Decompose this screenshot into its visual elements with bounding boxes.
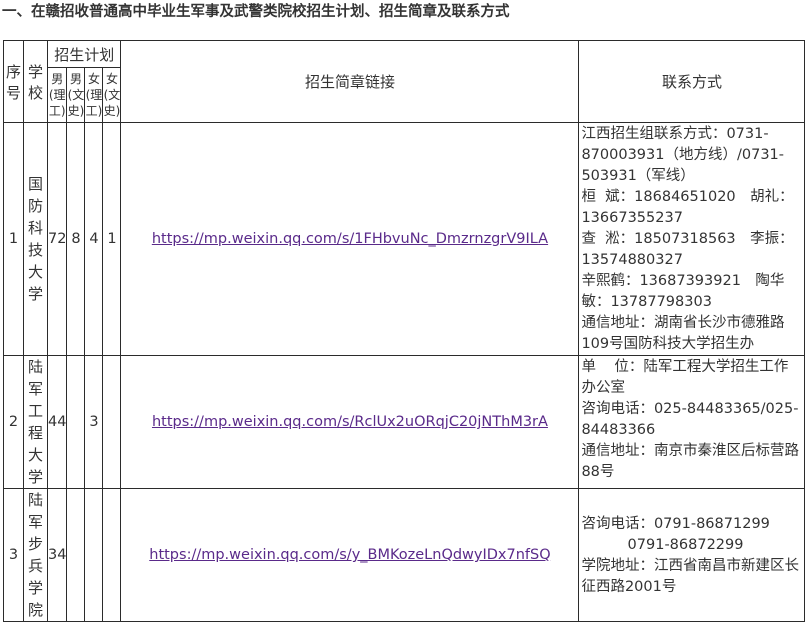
row-school: 陆军步兵学院 (23, 488, 48, 622)
female-sci-count: 4 (89, 231, 99, 247)
contact-line: 辛熙鹤：13687393921 陶华敏：13787798303 (581, 273, 785, 310)
contact-line: 通信地址：湖南省长沙市德雅路109号国防科技大学招生办 (581, 315, 785, 352)
row-male-sci: 44 (46, 355, 68, 489)
table-row: 1 国防科技大学 72 8 4 1 https://mp.weixin.qq.c… (3, 122, 806, 356)
female-sci-count: 3 (89, 414, 99, 430)
row-index-value: 3 (8, 547, 19, 563)
header-female-sci: 女(理工) (84, 67, 104, 123)
row-contact: 咨询电话：0791-86871299 0791-86872299 学院地址：江西… (578, 488, 806, 622)
row-female-sci (84, 488, 104, 622)
header-index: 序号 (3, 40, 24, 123)
row-link: https://mp.weixin.qq.com/s/RclUx2uORqjC2… (120, 355, 580, 489)
row-male-arts: 8 (66, 122, 86, 356)
table-row: 2 陆军工程大学 44 3 https://mp.weixin.qq.com/s… (3, 355, 806, 489)
header-row-top: 序号 学校 招生计划 招生简章链接 联系方式 (3, 40, 806, 123)
header-contact-label: 联系方式 (661, 73, 722, 91)
table-row: 3 陆军步兵学院 34 https://mp.weixin.qq.com/s/y… (3, 488, 806, 622)
header-link: 招生简章链接 (120, 40, 580, 123)
row-female-arts (102, 488, 122, 622)
female-arts-count: 1 (107, 231, 117, 247)
school-name: 陆军步兵学院 (27, 491, 43, 619)
row-contact: 单 位：陆军工程大学招生工作办公室 咨询电话：025-84483365/025-… (578, 355, 806, 489)
row-male-sci: 34 (46, 488, 68, 622)
row-school: 国防科技大学 (23, 122, 48, 356)
header-male-sci: 男(理工) (46, 67, 68, 123)
row-female-sci: 3 (84, 355, 104, 489)
brochure-link[interactable]: https://mp.weixin.qq.com/s/RclUx2uORqjC2… (152, 414, 548, 430)
row-male-arts (66, 355, 86, 489)
header-female-arts-label: 女(文史) (103, 72, 121, 118)
contact-line: 单 位：陆军工程大学招生工作办公室 (581, 359, 789, 396)
contact-line: 通信地址：南京市秦淮区后标营路88号 (581, 443, 799, 480)
row-female-arts: 1 (102, 122, 122, 356)
header-plan: 招生计划 (46, 40, 122, 68)
header-male-arts: 男(文史) (66, 67, 86, 123)
header-link-label: 招生简章链接 (304, 73, 395, 91)
row-index-value: 2 (8, 414, 19, 430)
row-link: https://mp.weixin.qq.com/s/1FHbvuNc_Dmzr… (120, 122, 580, 356)
row-index-value: 1 (8, 231, 19, 247)
row-contact: 江西招生组联系方式：0731-870003931（地方线）/0731-50393… (578, 122, 806, 356)
row-female-arts (102, 355, 122, 489)
row-male-arts (66, 488, 86, 622)
brochure-link[interactable]: https://mp.weixin.qq.com/s/1FHbvuNc_Dmzr… (152, 231, 548, 247)
header-male-sci-label: 男(理工) (48, 72, 66, 118)
brochure-link[interactable]: https://mp.weixin.qq.com/s/y_BMKozeLnQdw… (149, 547, 550, 563)
admission-plan-table: 序号 学校 招生计划 招生简章链接 联系方式 男(理工) 男(文史) 女(理工)… (3, 40, 806, 622)
header-female-arts: 女(文史) (102, 67, 122, 123)
school-name: 陆军工程大学 (27, 358, 43, 486)
male-sci-count: 72 (48, 231, 67, 247)
header-contact: 联系方式 (578, 40, 806, 123)
page-heading: 一、在赣招收普通高中毕业生军事及武警类院校招生计划、招生简章及联系方式 (2, 4, 510, 20)
male-sci-count: 44 (48, 414, 67, 430)
male-sci-count: 34 (48, 547, 67, 563)
contact-line: 学院地址：江西省南昌市新建区长征西路2001号 (581, 557, 799, 595)
male-arts-count: 8 (71, 231, 81, 247)
row-male-sci: 72 (46, 122, 68, 356)
row-link: https://mp.weixin.qq.com/s/y_BMKozeLnQdw… (120, 488, 580, 622)
row-school: 陆军工程大学 (23, 355, 48, 489)
contact-line: 查 淞：18507318563 李振：13574880327 (581, 231, 794, 268)
contact-line: 咨询电话：025-84483365/025-84483366 (581, 401, 799, 438)
school-name: 国防科技大学 (27, 175, 43, 303)
row-index: 3 (3, 488, 24, 622)
contact-line: 桓 斌：18684651020 胡礼：13667355237 (581, 189, 794, 226)
contact-line: 咨询电话：0791-86871299 (581, 515, 770, 532)
header-female-sci-label: 女(理工) (85, 72, 103, 118)
header-plan-label: 招生计划 (54, 45, 115, 64)
row-female-sci: 4 (84, 122, 104, 356)
contact-line: 江西招生组联系方式：0731-870003931（地方线）/0731-50393… (581, 126, 784, 184)
header-school-label: 学校 (27, 62, 43, 102)
header-male-arts-label: 男(文史) (67, 72, 85, 118)
header-index-label: 序号 (5, 62, 21, 102)
contact-line: 0791-86872299 (581, 536, 744, 553)
row-index: 1 (3, 122, 24, 356)
row-index: 2 (3, 355, 24, 489)
header-school: 学校 (23, 40, 48, 123)
